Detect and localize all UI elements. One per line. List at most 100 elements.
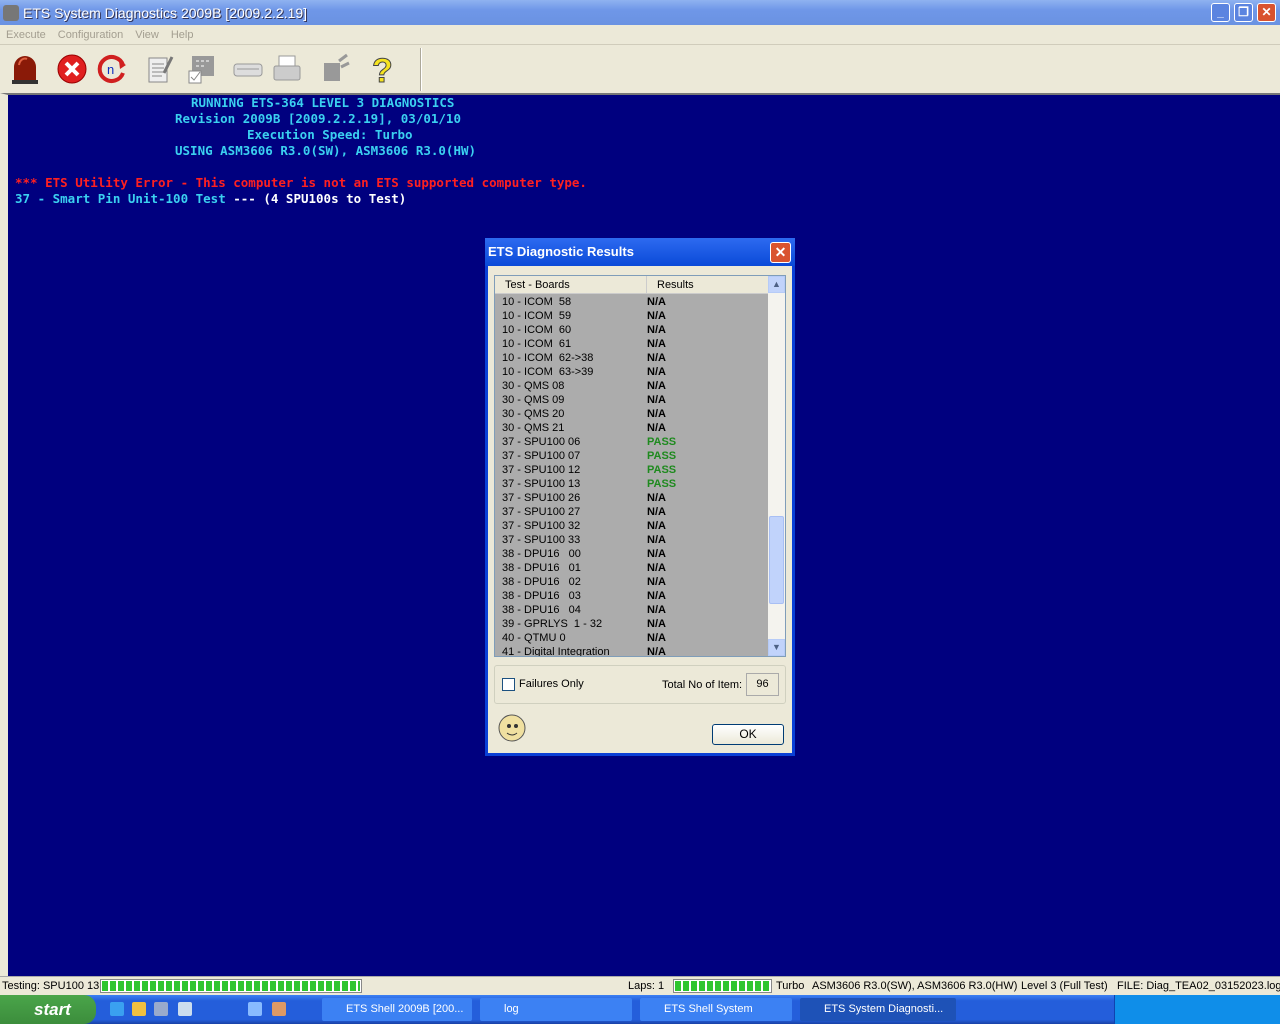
table-row[interactable]: 37 - SPU100 32 N/A [495, 519, 769, 533]
result-cell: N/A [647, 366, 666, 378]
vertical-scrollbar[interactable]: ▲ ▼ [768, 276, 785, 656]
test-board-cell: 10 - ICOM 59 [502, 310, 572, 322]
table-row[interactable]: 37 - SPU100 13 PASS [495, 477, 769, 491]
task-ets-shell-2009b[interactable]: ETS Shell 2009B [200... [322, 998, 472, 1021]
minimize-button[interactable]: _ [1211, 3, 1230, 22]
result-cell: N/A [647, 520, 666, 532]
result-cell: N/A [647, 646, 666, 657]
window-title: ETS System Diagnostics 2009B [2009.2.2.1… [23, 4, 308, 21]
console-test-line: 37 - Smart Pin Unit-100 Test --- (4 SPU1… [15, 191, 406, 206]
alarm-light-icon[interactable] [8, 52, 42, 86]
table-row[interactable]: 30 - QMS 08 N/A [495, 379, 769, 393]
table-row[interactable]: 10 - ICOM 62->38 N/A [495, 351, 769, 365]
result-cell: N/A [647, 506, 666, 518]
menu-view[interactable]: View [135, 29, 159, 41]
test-board-cell: 38 - DPU16 00 [502, 548, 581, 560]
table-row[interactable]: 10 - ICOM 58 N/A [495, 295, 769, 309]
test-name: 37 - Smart Pin Unit-100 Test [15, 191, 226, 206]
console-line: Execution Speed: Turbo [247, 127, 413, 142]
table-row[interactable]: 41 - Digital Integration N/A [495, 645, 769, 657]
edit-notes-icon[interactable] [143, 52, 177, 86]
result-cell: N/A [647, 562, 666, 574]
table-row[interactable]: 37 - SPU100 26 N/A [495, 491, 769, 505]
toolbar: n ? [0, 46, 1280, 93]
test-board-cell: 39 - GPRLYS 1 - 32 [502, 618, 603, 630]
browser-icon[interactable] [154, 1002, 168, 1016]
internet-explorer-icon[interactable] [110, 1002, 124, 1016]
table-row[interactable]: 10 - ICOM 60 N/A [495, 323, 769, 337]
table-row[interactable]: 38 - DPU16 03 N/A [495, 589, 769, 603]
select-grid-icon[interactable] [185, 52, 219, 86]
table-row[interactable]: 37 - SPU100 12 PASS [495, 463, 769, 477]
tool-icon[interactable] [178, 1002, 192, 1016]
table-row[interactable]: 38 - DPU16 01 N/A [495, 561, 769, 575]
table-row[interactable]: 30 - QMS 09 N/A [495, 393, 769, 407]
document-icon[interactable] [248, 1002, 262, 1016]
scroll-thumb[interactable] [769, 516, 784, 604]
test-board-cell: 37 - SPU100 33 [502, 534, 581, 546]
hand-icon[interactable] [318, 52, 352, 86]
task-log[interactable]: log [480, 998, 632, 1021]
column-header-test-boards[interactable]: Test - Boards [495, 276, 647, 293]
svg-text:?: ? [372, 52, 393, 86]
start-button[interactable]: start [0, 995, 96, 1024]
table-row[interactable]: 10 - ICOM 63->39 N/A [495, 365, 769, 379]
testing-status: Testing: SPU100 13 [2, 980, 100, 992]
table-row[interactable]: 37 - SPU100 27 N/A [495, 505, 769, 519]
test-board-cell: 37 - SPU100 06 [502, 436, 581, 448]
test-board-cell: 30 - QMS 08 [502, 380, 565, 392]
app-quicklaunch-icon[interactable] [272, 1002, 286, 1016]
total-items-label: Total No of Item: [662, 679, 743, 691]
column-header-results[interactable]: Results [647, 276, 694, 293]
result-cell: N/A [647, 534, 666, 546]
task-ets-system-diagnostics[interactable]: ETS System Diagnosti... [800, 998, 956, 1021]
table-row[interactable]: 30 - QMS 20 N/A [495, 407, 769, 421]
test-board-cell: 37 - SPU100 26 [502, 492, 581, 504]
console-line: RUNNING ETS-364 LEVEL 3 DIAGNOSTICS [191, 95, 455, 110]
close-button[interactable]: ✕ [1257, 3, 1276, 22]
table-row[interactable]: 37 - SPU100 07 PASS [495, 449, 769, 463]
repeat-n-icon[interactable]: n [95, 52, 129, 86]
results-list[interactable]: Test - Boards Results 10 - ICOM 58 N/A 10 … [494, 275, 786, 657]
menu-configuration[interactable]: Configuration [58, 29, 123, 41]
ok-button[interactable]: OK [712, 724, 784, 745]
table-row[interactable]: 40 - QTMU 0 N/A [495, 631, 769, 645]
menu-help[interactable]: Help [171, 29, 194, 41]
printer-icon[interactable] [270, 52, 304, 86]
table-row[interactable]: 37 - SPU100 06 PASS [495, 435, 769, 449]
test-board-cell: 38 - DPU16 01 [502, 562, 581, 574]
restore-button[interactable]: ❐ [1234, 3, 1253, 22]
menu-bar: Execute Configuration View Help [0, 25, 1280, 45]
laps-progress-fill [675, 981, 770, 991]
table-row[interactable]: 10 - ICOM 59 N/A [495, 309, 769, 323]
result-cell: N/A [647, 310, 666, 322]
dialog-close-button[interactable]: ✕ [770, 242, 791, 263]
stop-icon[interactable] [55, 52, 89, 86]
table-row[interactable]: 38 - DPU16 00 N/A [495, 547, 769, 561]
table-row[interactable]: 30 - QMS 21 N/A [495, 421, 769, 435]
folder-icon[interactable] [132, 1002, 146, 1016]
task-ets-shell-system[interactable]: ETS Shell System [640, 998, 792, 1021]
card-reader-icon[interactable] [230, 52, 264, 86]
failures-only-checkbox[interactable] [502, 678, 515, 691]
table-row[interactable]: 10 - ICOM 61 N/A [495, 337, 769, 351]
table-row[interactable]: 37 - SPU100 33 N/A [495, 533, 769, 547]
status-bar: Testing: SPU100 13 Laps: 1 Turbo ASM3606… [0, 976, 1280, 995]
test-board-cell: 38 - DPU16 04 [502, 604, 581, 616]
table-row[interactable]: 38 - DPU16 04 N/A [495, 603, 769, 617]
scroll-down-button[interactable]: ▼ [768, 639, 785, 656]
console-line: Revision 2009B [2009.2.2.19], 03/01/10 [175, 111, 461, 126]
scroll-up-button[interactable]: ▲ [768, 276, 785, 293]
help-icon[interactable]: ? [366, 52, 400, 86]
result-cell: N/A [647, 338, 666, 350]
test-board-cell: 37 - SPU100 07 [502, 450, 581, 462]
menu-execute[interactable]: Execute [6, 29, 46, 41]
test-board-cell: 30 - QMS 09 [502, 394, 565, 406]
table-row[interactable]: 38 - DPU16 02 N/A [495, 575, 769, 589]
test-board-cell: 38 - DPU16 03 [502, 590, 581, 602]
table-row[interactable]: 39 - GPRLYS 1 - 32 N/A [495, 617, 769, 631]
console-error: *** ETS Utility Error - This computer is… [15, 175, 587, 190]
console-line: USING ASM3606 R3.0(SW), ASM3606 R3.0(HW) [175, 143, 477, 158]
result-cell: N/A [647, 324, 666, 336]
test-count: --- (4 SPU100s to Test) [225, 191, 407, 206]
